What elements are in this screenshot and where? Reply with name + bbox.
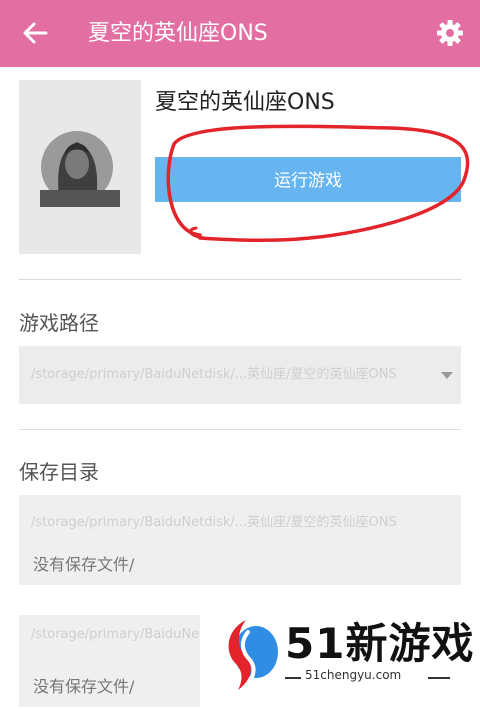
watermark-brand: 51新游戏 — [285, 619, 475, 668]
watermark-line-left — [285, 677, 301, 679]
divider — [19, 279, 461, 280]
brand-logo-icon — [228, 620, 278, 690]
save-dir-path: /storage/primary/BaiduNetdisk/...英仙座/夏空的… — [31, 515, 397, 530]
cover-avatar-icon — [40, 131, 120, 207]
game-path-value: /storage/primary/BaiduNetdisk/...英仙座/夏空的… — [31, 367, 397, 382]
watermark-line-right — [428, 677, 450, 679]
app-title: 夏空的英仙座ONS — [88, 21, 268, 46]
run-game-button[interactable]: 运行游戏 — [155, 157, 461, 202]
divider — [19, 429, 461, 430]
game-cover-image — [19, 80, 141, 254]
gear-icon[interactable] — [436, 19, 464, 47]
arrow-left-icon[interactable] — [20, 18, 50, 48]
game-path-select[interactable]: /storage/primary/BaiduNetdisk/...英仙座/夏空的… — [19, 346, 461, 404]
save-slot-path: /storage/primary/BaiduNetdisk/ — [31, 627, 200, 642]
save-dir-empty-text: 没有保存文件/ — [33, 555, 135, 574]
watermark: 51新游戏 51chengyu.com — [210, 600, 475, 700]
game-path-label: 游戏路径 — [19, 311, 99, 335]
save-slot-empty-text: 没有保存文件/ — [33, 677, 135, 696]
save-dir-label: 保存目录 — [19, 460, 99, 484]
save-dir-item[interactable]: /storage/primary/BaiduNetdisk/...英仙座/夏空的… — [19, 495, 461, 585]
app-bar: 夏空的英仙座ONS — [0, 0, 480, 67]
watermark-url: 51chengyu.com — [305, 668, 402, 682]
save-slot-item[interactable]: /storage/primary/BaiduNetdisk/ 没有保存文件/ — [19, 615, 200, 707]
game-name: 夏空的英仙座ONS — [155, 90, 335, 115]
chevron-down-icon — [441, 372, 453, 379]
